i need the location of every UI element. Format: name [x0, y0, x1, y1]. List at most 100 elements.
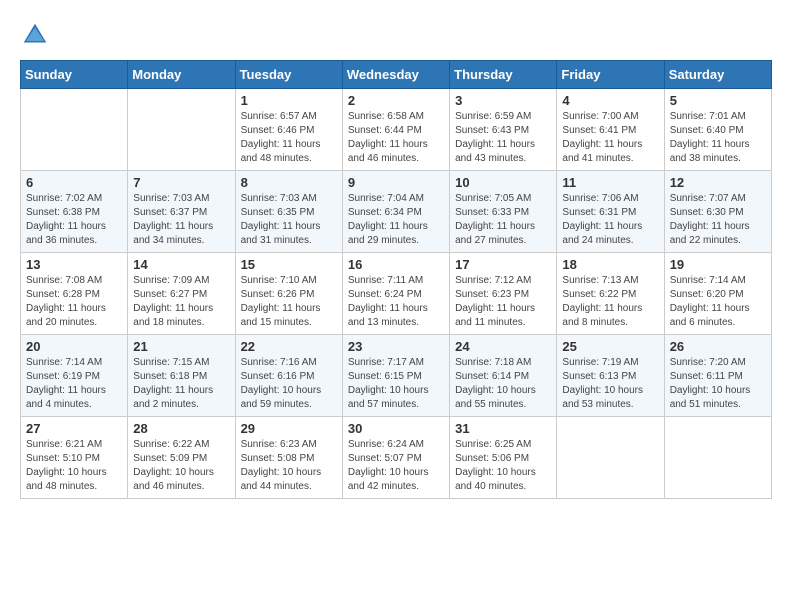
day-info: Sunrise: 6:23 AM Sunset: 5:08 PM Dayligh…	[241, 438, 337, 494]
calendar-cell: 17Sunrise: 7:12 AM Sunset: 6:23 PM Dayli…	[450, 253, 557, 335]
day-number: 10	[455, 175, 551, 190]
day-number: 11	[562, 175, 658, 190]
week-row-5: 27 Sunrise: 6:21 AM Sunset: 5:10 PM Dayli…	[21, 417, 772, 499]
calendar-cell: 15 Sunrise: 7:10 AM Sunset: 6:26 PM Dayli…	[235, 253, 342, 335]
calendar-cell: 20 Sunrise: 7:14 AM Sunset: 6:19 PM Dayli…	[21, 335, 128, 417]
calendar-cell	[21, 89, 128, 171]
day-info: Sunrise: 6:59 AM Sunset: 6:43 PM Dayligh…	[455, 110, 551, 166]
day-info: Sunrise: 7:05 AM Sunset: 6:33 PM Dayligh…	[455, 192, 551, 248]
day-number: 5	[670, 93, 766, 108]
day-number: 6	[26, 175, 122, 190]
day-number: 12	[670, 175, 766, 190]
day-number: 16	[348, 257, 444, 272]
day-number: 26	[670, 339, 766, 354]
day-info: Sunrise: 7:13 AM Sunset: 6:22 PM Dayligh…	[562, 274, 658, 330]
day-info: Sunrise: 7:18 AM Sunset: 6:14 PM Dayligh…	[455, 356, 551, 412]
col-header-thursday: Thursday	[450, 61, 557, 89]
day-info: Sunrise: 6:24 AM Sunset: 5:07 PM Dayligh…	[348, 438, 444, 494]
calendar-cell: 12 Sunrise: 7:07 AM Sunset: 6:30 PM Dayli…	[664, 171, 771, 253]
day-number: 27	[26, 421, 122, 436]
calendar-cell: 6 Sunrise: 7:02 AM Sunset: 6:38 PM Daylig…	[21, 171, 128, 253]
day-info: Sunrise: 7:16 AM Sunset: 6:16 PM Dayligh…	[241, 356, 337, 412]
col-header-wednesday: Wednesday	[342, 61, 449, 89]
calendar-table: SundayMondayTuesdayWednesdayThursdayFrid…	[20, 60, 772, 499]
day-info: Sunrise: 7:03 AM Sunset: 6:37 PM Dayligh…	[133, 192, 229, 248]
day-number: 3	[455, 93, 551, 108]
calendar-cell: 8 Sunrise: 7:03 AM Sunset: 6:35 PM Daylig…	[235, 171, 342, 253]
calendar-cell: 4Sunrise: 7:00 AM Sunset: 6:41 PM Daylig…	[557, 89, 664, 171]
calendar-cell: 24 Sunrise: 7:18 AM Sunset: 6:14 PM Dayli…	[450, 335, 557, 417]
day-info: Sunrise: 7:11 AM Sunset: 6:24 PM Dayligh…	[348, 274, 444, 330]
day-number: 20	[26, 339, 122, 354]
calendar-cell	[557, 417, 664, 499]
calendar-cell: 23 Sunrise: 7:17 AM Sunset: 6:15 PM Dayli…	[342, 335, 449, 417]
day-info: Sunrise: 7:15 AM Sunset: 6:18 PM Dayligh…	[133, 356, 229, 412]
calendar-cell: 10 Sunrise: 7:05 AM Sunset: 6:33 PM Dayli…	[450, 171, 557, 253]
calendar-cell	[664, 417, 771, 499]
calendar-cell: 29Sunrise: 6:23 AM Sunset: 5:08 PM Dayli…	[235, 417, 342, 499]
day-info: Sunrise: 7:14 AM Sunset: 6:20 PM Dayligh…	[670, 274, 766, 330]
day-info: Sunrise: 7:07 AM Sunset: 6:30 PM Dayligh…	[670, 192, 766, 248]
col-header-sunday: Sunday	[21, 61, 128, 89]
day-info: Sunrise: 7:02 AM Sunset: 6:38 PM Dayligh…	[26, 192, 122, 248]
week-row-4: 20 Sunrise: 7:14 AM Sunset: 6:19 PM Dayli…	[21, 335, 772, 417]
calendar-cell: 7Sunrise: 7:03 AM Sunset: 6:37 PM Daylig…	[128, 171, 235, 253]
calendar-cell: 22 Sunrise: 7:16 AM Sunset: 6:16 PM Dayli…	[235, 335, 342, 417]
day-number: 24	[455, 339, 551, 354]
week-row-3: 13 Sunrise: 7:08 AM Sunset: 6:28 PM Dayli…	[21, 253, 772, 335]
day-info: Sunrise: 7:08 AM Sunset: 6:28 PM Dayligh…	[26, 274, 122, 330]
calendar-cell: 25 Sunrise: 7:19 AM Sunset: 6:13 PM Dayli…	[557, 335, 664, 417]
day-info: Sunrise: 7:04 AM Sunset: 6:34 PM Dayligh…	[348, 192, 444, 248]
logo	[20, 20, 54, 50]
day-number: 19	[670, 257, 766, 272]
calendar-cell: 2 Sunrise: 6:58 AM Sunset: 6:44 PM Daylig…	[342, 89, 449, 171]
day-number: 23	[348, 339, 444, 354]
calendar-cell: 27 Sunrise: 6:21 AM Sunset: 5:10 PM Dayli…	[21, 417, 128, 499]
calendar-header-row: SundayMondayTuesdayWednesdayThursdayFrid…	[21, 61, 772, 89]
col-header-tuesday: Tuesday	[235, 61, 342, 89]
calendar-cell: 13 Sunrise: 7:08 AM Sunset: 6:28 PM Dayli…	[21, 253, 128, 335]
day-info: Sunrise: 7:17 AM Sunset: 6:15 PM Dayligh…	[348, 356, 444, 412]
day-info: Sunrise: 7:01 AM Sunset: 6:40 PM Dayligh…	[670, 110, 766, 166]
day-info: Sunrise: 7:03 AM Sunset: 6:35 PM Dayligh…	[241, 192, 337, 248]
day-info: Sunrise: 7:14 AM Sunset: 6:19 PM Dayligh…	[26, 356, 122, 412]
day-number: 25	[562, 339, 658, 354]
day-number: 2	[348, 93, 444, 108]
day-number: 22	[241, 339, 337, 354]
day-number: 8	[241, 175, 337, 190]
day-number: 17	[455, 257, 551, 272]
logo-icon	[20, 20, 50, 50]
calendar-cell	[128, 89, 235, 171]
calendar-cell: 30 Sunrise: 6:24 AM Sunset: 5:07 PM Dayli…	[342, 417, 449, 499]
day-info: Sunrise: 7:09 AM Sunset: 6:27 PM Dayligh…	[133, 274, 229, 330]
day-info: Sunrise: 7:10 AM Sunset: 6:26 PM Dayligh…	[241, 274, 337, 330]
calendar-cell: 26 Sunrise: 7:20 AM Sunset: 6:11 PM Dayli…	[664, 335, 771, 417]
day-number: 28	[133, 421, 229, 436]
calendar-cell: 28 Sunrise: 6:22 AM Sunset: 5:09 PM Dayli…	[128, 417, 235, 499]
week-row-1: 1Sunrise: 6:57 AM Sunset: 6:46 PM Daylig…	[21, 89, 772, 171]
day-number: 15	[241, 257, 337, 272]
calendar-body: 1Sunrise: 6:57 AM Sunset: 6:46 PM Daylig…	[21, 89, 772, 499]
week-row-2: 6 Sunrise: 7:02 AM Sunset: 6:38 PM Daylig…	[21, 171, 772, 253]
calendar-cell: 9Sunrise: 7:04 AM Sunset: 6:34 PM Daylig…	[342, 171, 449, 253]
calendar-cell: 31Sunrise: 6:25 AM Sunset: 5:06 PM Dayli…	[450, 417, 557, 499]
day-number: 13	[26, 257, 122, 272]
day-number: 30	[348, 421, 444, 436]
day-info: Sunrise: 6:21 AM Sunset: 5:10 PM Dayligh…	[26, 438, 122, 494]
col-header-monday: Monday	[128, 61, 235, 89]
page-header	[20, 20, 772, 50]
calendar-cell: 1Sunrise: 6:57 AM Sunset: 6:46 PM Daylig…	[235, 89, 342, 171]
day-info: Sunrise: 6:22 AM Sunset: 5:09 PM Dayligh…	[133, 438, 229, 494]
calendar-cell: 11 Sunrise: 7:06 AM Sunset: 6:31 PM Dayli…	[557, 171, 664, 253]
day-number: 14	[133, 257, 229, 272]
calendar-cell: 14 Sunrise: 7:09 AM Sunset: 6:27 PM Dayli…	[128, 253, 235, 335]
day-info: Sunrise: 7:19 AM Sunset: 6:13 PM Dayligh…	[562, 356, 658, 412]
day-number: 31	[455, 421, 551, 436]
calendar-cell: 18 Sunrise: 7:13 AM Sunset: 6:22 PM Dayli…	[557, 253, 664, 335]
day-number: 18	[562, 257, 658, 272]
day-number: 1	[241, 93, 337, 108]
day-info: Sunrise: 7:20 AM Sunset: 6:11 PM Dayligh…	[670, 356, 766, 412]
day-info: Sunrise: 6:58 AM Sunset: 6:44 PM Dayligh…	[348, 110, 444, 166]
day-info: Sunrise: 7:06 AM Sunset: 6:31 PM Dayligh…	[562, 192, 658, 248]
calendar-cell: 3 Sunrise: 6:59 AM Sunset: 6:43 PM Daylig…	[450, 89, 557, 171]
